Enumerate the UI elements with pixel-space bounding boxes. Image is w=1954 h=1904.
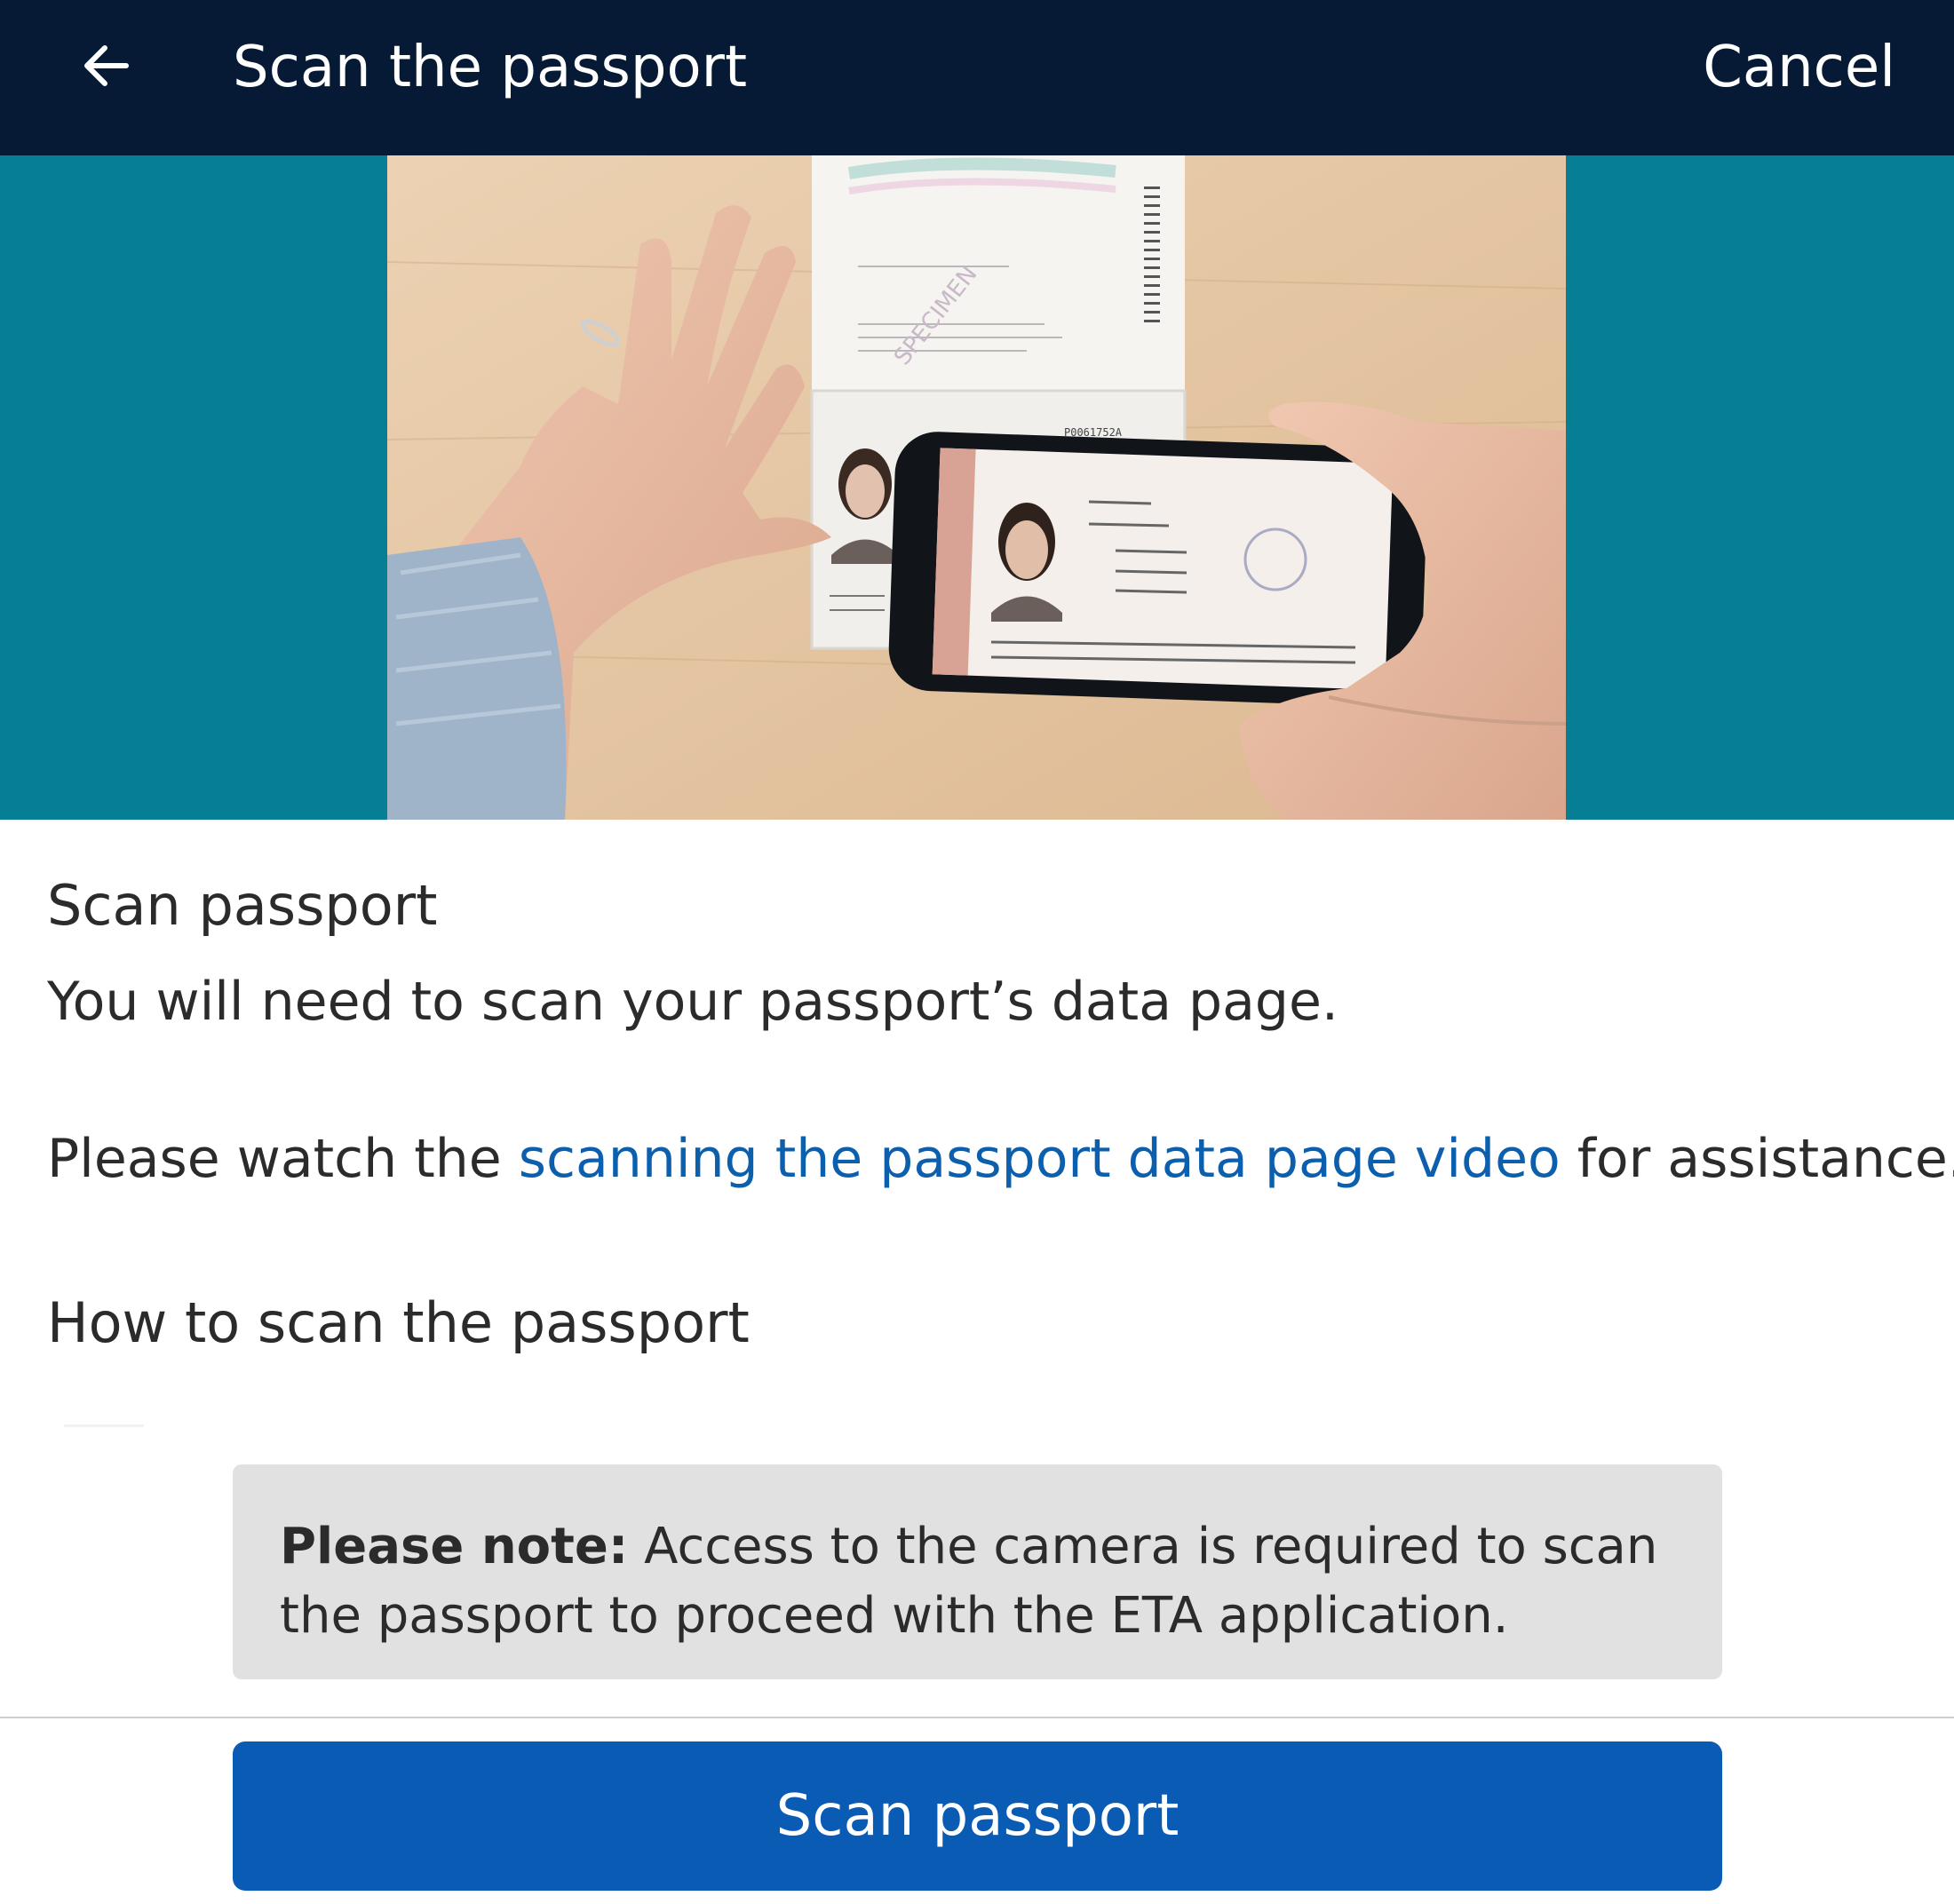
passport-scan-illustration: SPECIMEN P0061752A [387,155,1566,820]
divider-fragment [64,1424,144,1427]
scan-passport-button[interactable]: Scan passport [233,1741,1722,1891]
hero-banner: SPECIMEN P0061752A [0,155,1954,820]
video-help-link[interactable]: scanning the passport data page video [519,1128,1561,1190]
note-label: Please note: [280,1518,629,1575]
page-title: Scan the passport [233,35,748,100]
instruction-video[interactable]: SPECIMEN P0061752A [387,155,1566,820]
how-to-title: How to scan the passport [47,1290,750,1355]
watch-prefix: Please watch the [47,1128,519,1190]
cancel-button[interactable]: Cancel [1703,32,1895,103]
watch-video-text: Please watch the scanning the passport d… [47,1123,1954,1194]
section-title: Scan passport [47,873,438,938]
camera-access-note: Please note: Access to the camera is req… [233,1464,1722,1679]
app-header: Scan the passport Cancel [0,0,1954,155]
intro-text: You will need to scan your passport’s da… [47,971,1338,1033]
back-button[interactable] [71,30,142,101]
footer-divider [0,1717,1954,1718]
watch-suffix: for assistance. [1560,1128,1954,1190]
arrow-left-icon [84,45,129,86]
